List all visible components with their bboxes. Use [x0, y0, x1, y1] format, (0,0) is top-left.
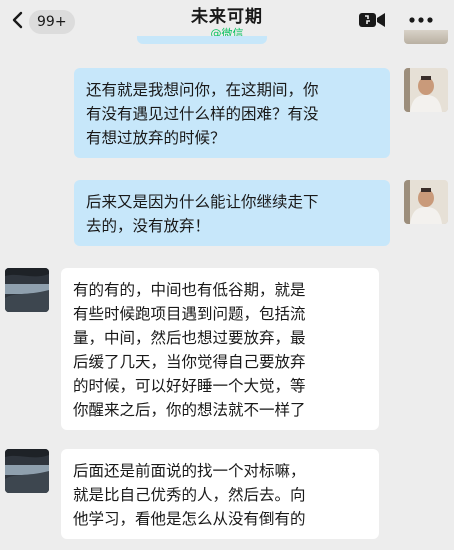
more-dots-icon [409, 17, 433, 23]
previous-avatar [404, 30, 448, 44]
video-call-icon [359, 13, 385, 27]
more-options-button[interactable] [404, 8, 438, 32]
landscape-photo-icon [5, 268, 49, 312]
contact-avatar[interactable] [5, 268, 49, 312]
outgoing-message[interactable]: 还有就是我想问你，在这期间，你 有没有遇见过什么样的困难？有没 有想过放弃的时候… [74, 68, 390, 158]
my-avatar[interactable] [404, 180, 448, 224]
previous-message-bubble [137, 36, 267, 44]
my-avatar[interactable] [404, 68, 448, 112]
person-photo-icon [404, 68, 448, 112]
video-call-button[interactable] [358, 10, 386, 30]
incoming-message[interactable]: 有的有的，中间也有低谷期，就是 有些时候跑项目遇到问题，包括流 量，中间，然后也… [61, 268, 379, 430]
outgoing-message[interactable]: 后来又是因为什么能让你继续走下 去的，没有放弃！ [74, 180, 390, 246]
incoming-message[interactable]: 后面还是前面说的找一个对标嘛， 就是比自己优秀的人，然后去。向 他学习，看他是怎… [61, 449, 379, 539]
person-photo-icon [404, 180, 448, 224]
contact-avatar[interactable] [5, 449, 49, 493]
landscape-photo-icon [5, 449, 49, 493]
